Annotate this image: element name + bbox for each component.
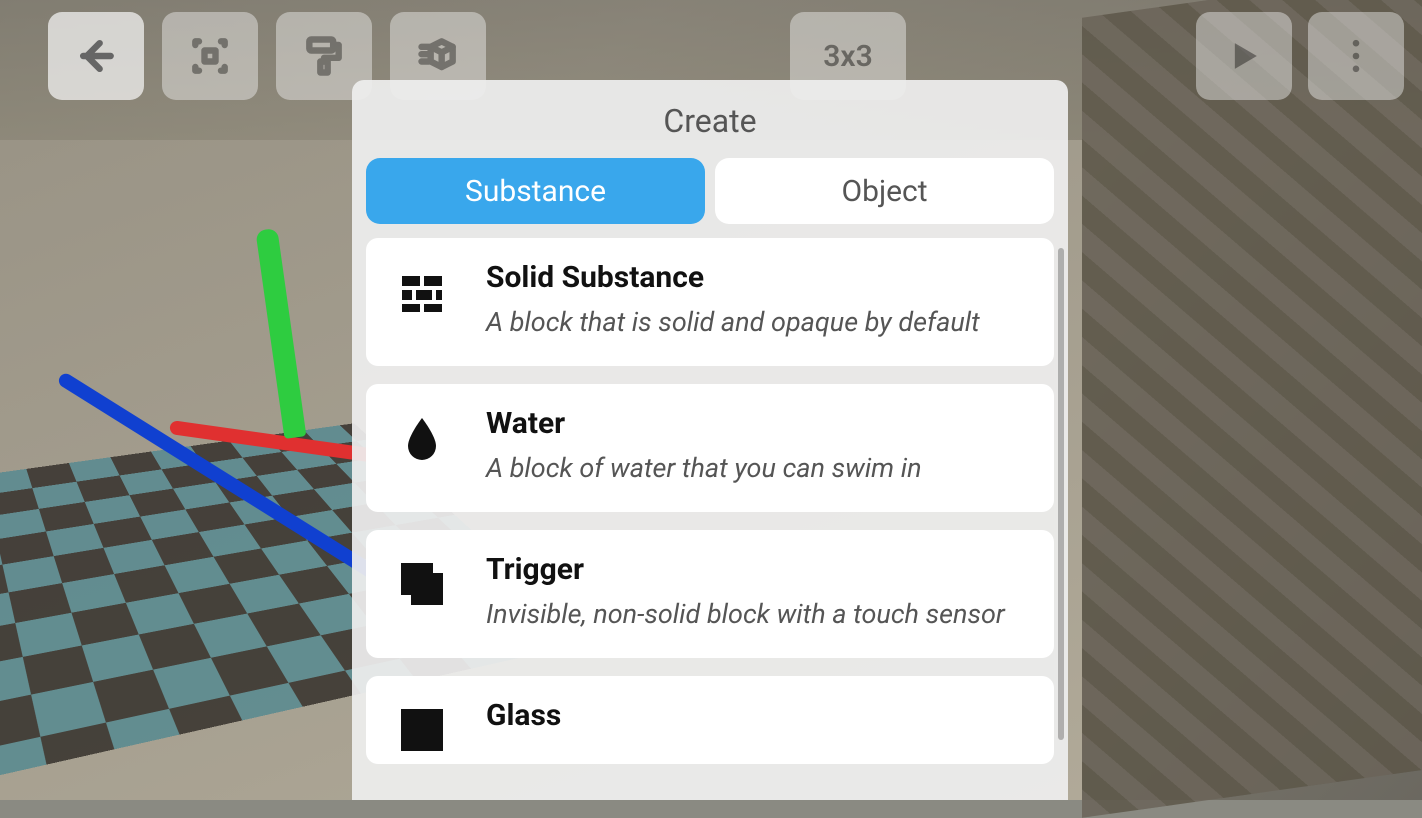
arrow-left-icon bbox=[74, 34, 118, 78]
list-item-title: Water bbox=[486, 406, 1026, 441]
list-item[interactable]: Water A block of water that you can swim… bbox=[366, 384, 1054, 512]
tab-substance[interactable]: Substance bbox=[366, 158, 705, 224]
list-item[interactable]: Glass bbox=[366, 676, 1054, 764]
list-item-title: Solid Substance bbox=[486, 260, 1026, 295]
drop-icon bbox=[394, 410, 450, 466]
list-item[interactable]: Trigger Invisible, non-solid block with … bbox=[366, 530, 1054, 658]
list-item-desc: Invisible, non-solid block with a touch … bbox=[486, 597, 1026, 632]
back-button[interactable] bbox=[48, 12, 144, 100]
grid-size-label: 3x3 bbox=[823, 39, 872, 74]
play-icon bbox=[1222, 34, 1266, 78]
create-tab-bar: Substance Object bbox=[352, 158, 1068, 238]
select-tool-button[interactable] bbox=[162, 12, 258, 100]
list-item[interactable]: Solid Substance A block that is solid an… bbox=[366, 238, 1054, 366]
overflow-menu-button[interactable] bbox=[1308, 12, 1404, 100]
overlap-icon bbox=[394, 556, 450, 612]
list-item-text: Trigger Invisible, non-solid block with … bbox=[486, 552, 1026, 632]
tab-object[interactable]: Object bbox=[715, 158, 1054, 224]
bricks-icon bbox=[394, 264, 450, 320]
cube-plus-icon bbox=[416, 34, 460, 78]
scrollbar[interactable] bbox=[1058, 248, 1064, 740]
tab-object-label: Object bbox=[841, 174, 927, 209]
glass-icon bbox=[394, 702, 450, 758]
list-item-title: Glass bbox=[486, 698, 1026, 733]
more-vertical-icon bbox=[1334, 34, 1378, 78]
list-item-text: Glass bbox=[486, 698, 1026, 743]
list-item-text: Solid Substance A block that is solid an… bbox=[486, 260, 1026, 340]
list-item-desc: A block that is solid and opaque by defa… bbox=[486, 305, 1026, 340]
selection-icon bbox=[188, 34, 232, 78]
play-button[interactable] bbox=[1196, 12, 1292, 100]
tab-substance-label: Substance bbox=[465, 174, 606, 209]
substance-list[interactable]: Solid Substance A block that is solid an… bbox=[352, 238, 1068, 800]
wall-right bbox=[1082, 0, 1422, 818]
list-item-text: Water A block of water that you can swim… bbox=[486, 406, 1026, 486]
paint-roller-icon bbox=[302, 34, 346, 78]
list-item-desc: A block of water that you can swim in bbox=[486, 451, 1026, 486]
modal-title: Create bbox=[352, 80, 1068, 158]
create-modal: Create Substance Object Solid Substance … bbox=[352, 80, 1068, 800]
list-item-title: Trigger bbox=[486, 552, 1026, 587]
